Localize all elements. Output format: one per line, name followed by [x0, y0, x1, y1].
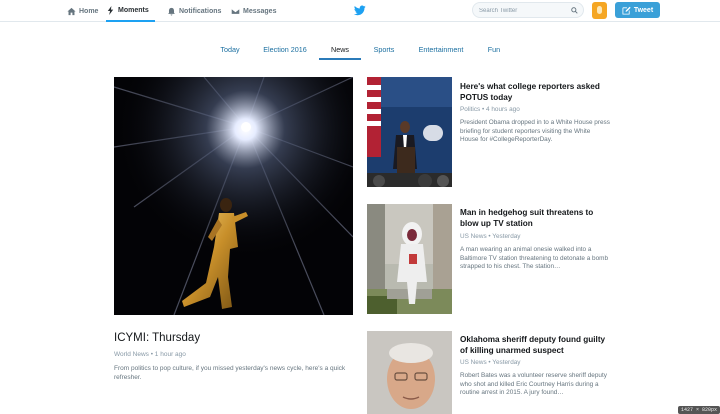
- concert-photo: [114, 77, 353, 315]
- story-title[interactable]: Here's what college reporters asked POTU…: [460, 82, 610, 103]
- nav-home-label: Home: [79, 7, 99, 15]
- bell-icon: [168, 7, 175, 15]
- nav-notifications[interactable]: Notifications: [167, 0, 221, 22]
- nav-messages[interactable]: Messages: [231, 0, 276, 22]
- lead-story-meta: World News • 1 hour ago: [114, 351, 186, 358]
- story-meta: US News • Yesterday: [460, 359, 521, 366]
- hedgehog-suit-photo: [367, 204, 452, 314]
- mugshot-photo: [367, 331, 452, 414]
- tweet-button-label: Tweet: [633, 6, 654, 14]
- story-description: President Obama dropped in to a White Ho…: [460, 119, 610, 144]
- search-icon[interactable]: [571, 7, 578, 14]
- tab-today[interactable]: Today: [216, 40, 244, 60]
- lead-story-image[interactable]: [114, 77, 353, 315]
- envelope-icon: [231, 8, 240, 14]
- nav-moments-label: Moments: [118, 6, 149, 14]
- lightning-icon: [107, 5, 114, 15]
- nav-messages-label: Messages: [243, 7, 277, 15]
- press-briefing-photo: [367, 77, 452, 187]
- story-image-obama[interactable]: [367, 77, 452, 187]
- tab-news[interactable]: News: [319, 40, 361, 60]
- top-nav: Home Moments Notifications Messages Twee…: [0, 0, 720, 22]
- nav-home[interactable]: Home: [67, 0, 98, 22]
- avatar[interactable]: [592, 2, 607, 19]
- nav-moments[interactable]: Moments: [106, 0, 155, 22]
- search-box: [472, 2, 584, 18]
- home-icon: [67, 7, 76, 15]
- story-image-deputy[interactable]: [367, 331, 452, 414]
- tab-fun[interactable]: Fun: [484, 40, 504, 60]
- story-meta: Politics • 4 hours ago: [460, 106, 520, 113]
- story-title[interactable]: Oklahoma sheriff deputy found guilty of …: [460, 335, 610, 356]
- story-meta: US News • Yesterday: [460, 233, 521, 240]
- story-description: A man wearing an animal onesie walked in…: [460, 246, 609, 271]
- tab-election-2016[interactable]: Election 2016: [259, 40, 311, 60]
- compose-icon: [622, 6, 631, 15]
- tab-entertainment[interactable]: Entertainment: [415, 40, 467, 60]
- nav-notifications-label: Notifications: [179, 7, 222, 15]
- twitter-bird-icon[interactable]: [354, 5, 366, 16]
- search-input[interactable]: [479, 5, 567, 16]
- tweet-button[interactable]: Tweet: [615, 2, 660, 18]
- screen-size-badge: 1427 × 820px: [677, 406, 720, 414]
- story-title[interactable]: Man in hedgehog suit threatens to blow u…: [460, 208, 610, 229]
- lead-story-title[interactable]: ICYMI: Thursday: [114, 332, 200, 344]
- story-description: Robert Bates was a volunteer reserve she…: [460, 372, 607, 397]
- tab-sports[interactable]: Sports: [369, 40, 399, 60]
- lead-story-description: From politics to pop culture, if you mis…: [114, 365, 346, 381]
- story-image-hedgehog[interactable]: [367, 204, 452, 314]
